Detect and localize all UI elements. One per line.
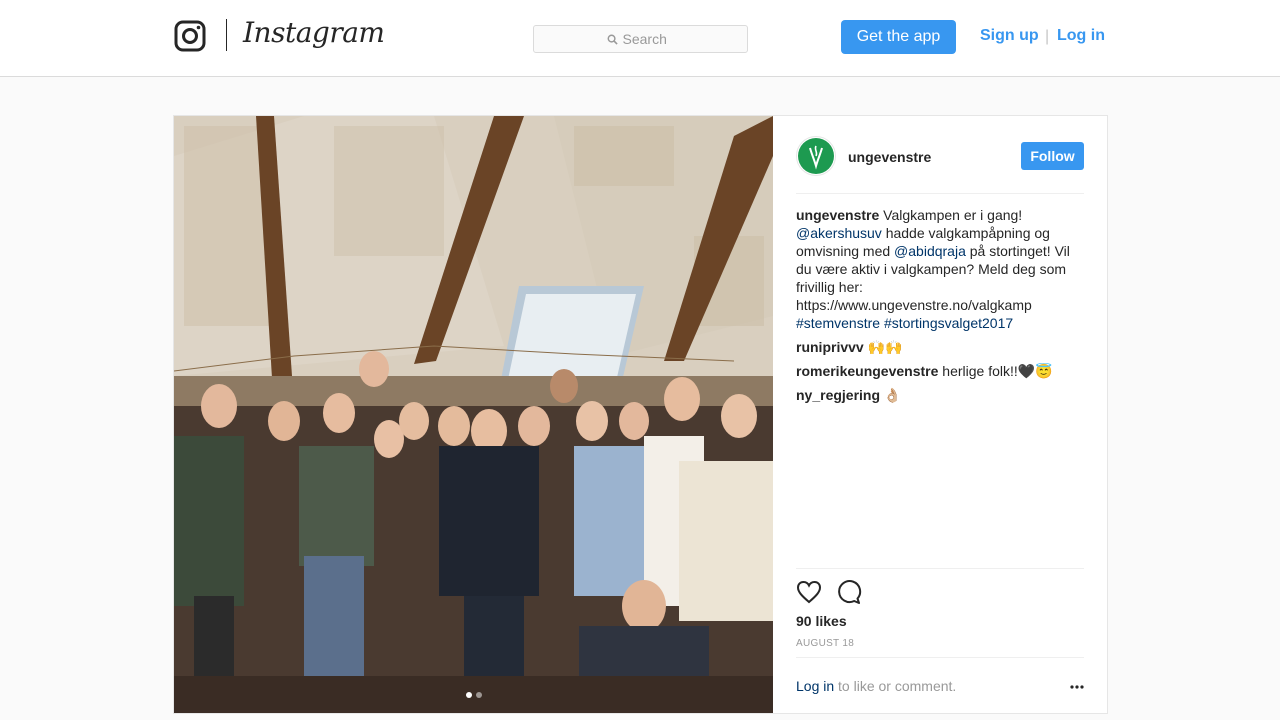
comment-username[interactable]: runiprivvv [796, 339, 864, 355]
mention-link[interactable]: @abidqraja [894, 243, 966, 259]
group-photo-illustration [174, 116, 773, 713]
hashtag-link[interactable]: #stortingsvalget2017 [884, 315, 1013, 331]
follow-button[interactable]: Follow [1021, 142, 1084, 170]
sign-up-link[interactable]: Sign up [980, 27, 1039, 45]
comment-text: 👌🏼 [880, 387, 902, 403]
comment: ny_regjering 👌🏼 [796, 386, 1084, 404]
login-prompt: Log in to like or comment. [796, 657, 1084, 713]
get-the-app-button[interactable]: Get the app [841, 20, 956, 54]
carousel-dot[interactable] [466, 692, 472, 698]
post-header: ungevenstre Follow [796, 136, 1084, 194]
nav-separator: | [1045, 28, 1050, 45]
search-box[interactable] [533, 25, 748, 53]
more-options-icon[interactable] [1070, 685, 1084, 689]
post-card: ungevenstre Follow ungevenstre Valgkampe… [173, 115, 1108, 714]
comment: romerikeungevenstre herlige folk!!🖤😇 [796, 362, 1084, 380]
instagram-camera-icon[interactable] [174, 20, 206, 52]
log-in-to-comment-link[interactable]: Log in [796, 678, 834, 694]
post-date: AUGUST 18 [796, 638, 855, 649]
like-count[interactable]: 90 likes [796, 613, 847, 629]
mention-link[interactable]: @akershusuv [796, 225, 882, 241]
caption-username[interactable]: ungevenstre [796, 207, 879, 223]
heart-icon[interactable] [796, 579, 822, 605]
ungevenstre-logo-icon [798, 138, 834, 174]
owner-username[interactable]: ungevenstre [848, 149, 931, 165]
avatar[interactable] [796, 136, 836, 176]
comment: runiprivvv 🙌🙌 [796, 338, 1084, 356]
hashtag-link[interactable]: #stemvenstre [796, 315, 880, 331]
post-actions: 90 likes AUGUST 18 [796, 568, 1084, 658]
comment-text: herlige folk!!🖤😇 [938, 363, 1053, 379]
log-in-link[interactable]: Log in [1057, 27, 1105, 45]
comment-text: 🙌🙌 [863, 339, 903, 355]
post-sidebar: ungevenstre Follow ungevenstre Valgkampe… [773, 116, 1108, 713]
logo-divider [226, 19, 227, 51]
comment-icon[interactable] [836, 579, 862, 605]
caption: ungevenstre Valgkampen er i gang! @akers… [796, 206, 1084, 332]
search-input[interactable] [622, 31, 675, 47]
top-nav: Instagram Get the app Sign up | Log in [0, 0, 1280, 77]
comments-list: ungevenstre Valgkampen er i gang! @akers… [796, 206, 1084, 410]
login-prompt-rest: to like or comment. [834, 678, 957, 694]
comment-username[interactable]: ny_regjering [796, 387, 880, 403]
instagram-wordmark[interactable]: Instagram [243, 16, 385, 49]
post-photo[interactable] [174, 116, 773, 713]
login-prompt-text: Log in to like or comment. [796, 678, 956, 694]
carousel-dot[interactable] [476, 692, 482, 698]
carousel-indicator [466, 692, 482, 698]
search-icon [607, 34, 618, 45]
caption-text: Valgkampen er i gang! [879, 207, 1023, 223]
comment-username[interactable]: romerikeungevenstre [796, 363, 938, 379]
